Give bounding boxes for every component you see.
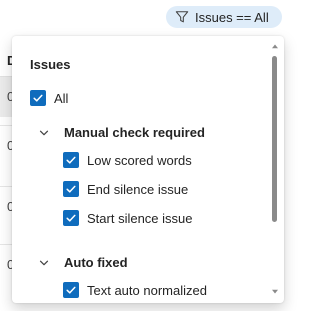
group-label: Manual check required bbox=[64, 124, 205, 140]
checkbox-checked-icon bbox=[63, 210, 79, 226]
filter-pill-label: Issues == All bbox=[195, 9, 269, 25]
chevron-down-icon bbox=[38, 126, 50, 138]
checkbox-checked-icon bbox=[63, 282, 79, 298]
group-toggle-manual-check[interactable]: Manual check required bbox=[38, 122, 205, 142]
checkbox-label: End silence issue bbox=[87, 181, 189, 197]
checkbox-start-silence-issue[interactable]: Start silence issue bbox=[63, 208, 193, 228]
checkbox-label: Start silence issue bbox=[87, 210, 193, 226]
issues-filter-popup: Issues All Manual check required Low sco… bbox=[12, 36, 284, 303]
scrollbar-thumb[interactable] bbox=[272, 56, 277, 222]
checkbox-label: Text auto normalized bbox=[87, 282, 207, 298]
checkbox-checked-icon bbox=[63, 152, 79, 168]
checkbox-checked-icon bbox=[63, 181, 79, 197]
group-toggle-auto-fixed[interactable]: Auto fixed bbox=[38, 252, 128, 272]
scroll-down-arrow-icon[interactable] bbox=[270, 288, 280, 296]
checkbox-end-silence-issue[interactable]: End silence issue bbox=[63, 179, 188, 199]
chevron-down-icon bbox=[38, 256, 50, 268]
checkbox-low-scored-words[interactable]: Low scored words bbox=[63, 150, 192, 170]
checkbox-text-auto-normalized[interactable]: Text auto normalized bbox=[63, 280, 207, 300]
checkbox-all[interactable]: All bbox=[30, 88, 68, 108]
issues-filter-pill[interactable]: Issues == All bbox=[166, 6, 282, 28]
group-label: Auto fixed bbox=[64, 254, 128, 270]
checkbox-label: Low scored words bbox=[87, 152, 192, 168]
funnel-icon bbox=[175, 10, 189, 24]
checkbox-checked-icon bbox=[30, 90, 46, 106]
checkbox-label: All bbox=[54, 90, 69, 106]
popup-title: Issues bbox=[30, 57, 71, 72]
scroll-up-arrow-icon[interactable] bbox=[270, 42, 280, 50]
